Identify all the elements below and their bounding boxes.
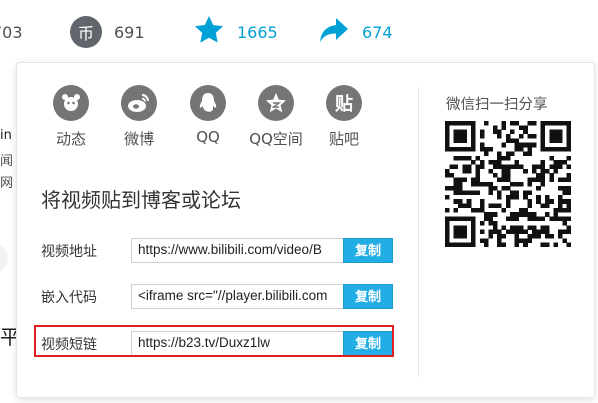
background-text: in [0,128,12,143]
share-qq[interactable]: QQ [179,85,237,146]
video-stats-bar: 703 币 691 1665 674 [0,0,598,64]
coin-button[interactable]: 币 691 [70,15,145,49]
favorite-button[interactable]: 1665 [193,15,278,49]
short-link-highlight [34,325,394,357]
stat-cut[interactable]: 703 [0,15,23,49]
video-address-label: 视频地址 [41,244,97,260]
panel-divider [418,87,419,377]
share-dynamic[interactable]: 动态 [42,85,100,149]
share-popup: 动态 微博 QQ QQ空间 贴 贴吧 将视频贴到博客或论坛 视频地址 https… [16,62,595,398]
coin-count: 691 [114,22,145,42]
tieba-icon: 贴 [326,85,362,121]
wechat-scan-title: 微信扫一扫分享 [446,97,548,113]
background-text: 网 [0,176,14,191]
video-address-row: 视频地址 https://www.bilibili.com/video/B 复制 [41,238,395,264]
embed-code-field[interactable]: <iframe src="//player.bilibili.com [131,284,343,309]
embed-code-row: 嵌入代码 <iframe src="//player.bilibili.com … [41,284,395,310]
share-weibo-label: 微博 [123,130,154,148]
embed-section-title: 将视频贴到博客或论坛 [41,188,241,212]
favorite-count: 1665 [237,22,278,42]
share-arrow-icon [318,14,350,50]
weibo-icon [121,85,157,121]
copy-address-button[interactable]: 复制 [343,238,393,263]
qzone-icon [258,85,294,121]
background-avatar [0,242,8,274]
copy-embed-button[interactable]: 复制 [343,284,393,309]
share-weibo[interactable]: 微博 [110,85,168,149]
tieba-icon-text: 贴 [335,94,353,115]
star-icon [193,14,225,50]
share-dynamic-label: 动态 [55,130,86,148]
background-text: 闻 [0,154,14,169]
share-qzone[interactable]: QQ空间 [247,85,305,149]
share-button[interactable]: 674 [318,15,393,49]
wechat-qr-code [445,121,572,248]
share-qzone-label: QQ空间 [249,130,303,148]
share-tieba-label: 贴吧 [328,130,359,148]
qq-icon [190,85,226,121]
share-tieba[interactable]: 贴 贴吧 [315,85,373,149]
cut-count: 703 [0,22,23,42]
dynamic-icon [53,85,89,121]
coin-icon: 币 [70,16,102,48]
share-count: 674 [362,22,393,42]
share-qq-label: QQ [196,128,220,146]
embed-code-label: 嵌入代码 [41,290,97,306]
video-address-field[interactable]: https://www.bilibili.com/video/B [131,238,343,263]
